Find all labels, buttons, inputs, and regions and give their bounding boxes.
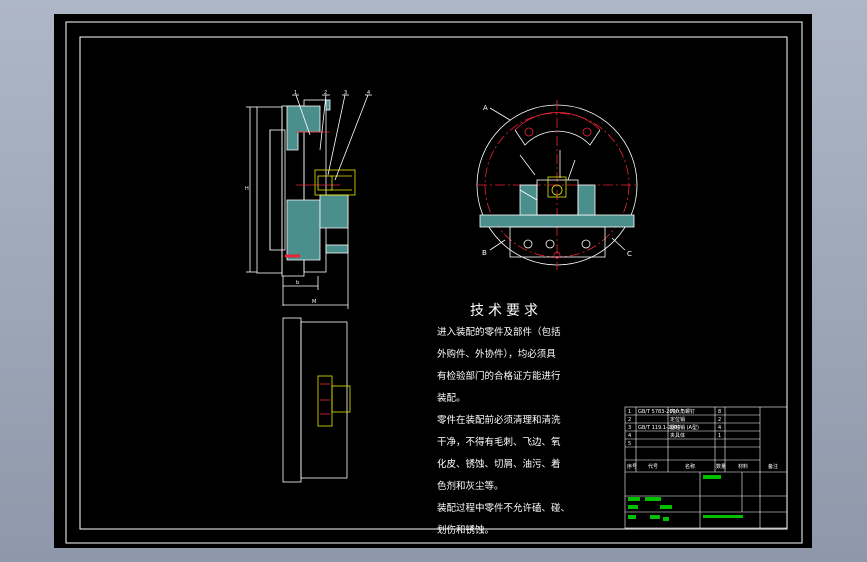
tb-row5-no: 5 xyxy=(628,441,632,447)
requirement-line: 外购件、外协件），均必须具 xyxy=(437,349,556,360)
circle-label-b: B xyxy=(482,249,487,257)
circle-label-c: C xyxy=(627,250,632,258)
circular-plan-view xyxy=(476,100,638,270)
tb-row4-no: 4 xyxy=(628,433,632,439)
tb-header-code: 代号 xyxy=(648,464,659,470)
requirement-line: 有检验部门的合格证方能进行 xyxy=(437,371,561,382)
dim-width-small: b xyxy=(296,280,299,286)
circle-label-a: A xyxy=(483,104,488,112)
tb-row3-qty: 4 xyxy=(718,425,722,431)
tb-row1-name: 内六角螺钉 xyxy=(670,409,696,415)
part-number-2: 2 xyxy=(324,90,327,96)
requirements-title: 技术要求 xyxy=(470,303,542,319)
tb-header-name: 名称 xyxy=(685,464,696,470)
tb-row4-name: 夹具体 xyxy=(670,433,686,439)
tb-header-note: 备注 xyxy=(768,464,779,470)
tb-header-qty: 数量 xyxy=(716,464,727,470)
requirement-line: 装配过程中零件不允许磕、碰、 xyxy=(437,503,571,514)
requirement-line: 化皮、锈蚀、切屑、油污、着 xyxy=(437,459,561,470)
tb-row2-name: 定位销 xyxy=(670,417,686,423)
screen: 1 2 3 4 H b M A B C 序号 代号 名称 数量 材料 备注 1 … xyxy=(0,0,867,562)
requirement-line: 零件在装配前必须清理和清洗 xyxy=(437,415,561,426)
tb-row1-no: 1 xyxy=(628,409,632,415)
side-section-view xyxy=(246,94,372,309)
requirement-line: 干净，不得有毛刺、飞边、氧 xyxy=(437,437,561,448)
dim-height: H xyxy=(245,186,249,192)
tb-row2-no: 2 xyxy=(628,417,632,423)
tb-header-material: 材料 xyxy=(738,464,749,470)
part-number-1: 1 xyxy=(294,90,297,96)
requirement-line: 进入装配的零件及部件（包括 xyxy=(437,327,561,338)
dim-width-large: M xyxy=(312,299,316,305)
tb-row1-qty: 8 xyxy=(718,409,722,415)
inner-frame xyxy=(79,36,788,530)
part-number-3: 3 xyxy=(344,90,347,96)
tb-row3-name: 圆柱销 (A型) xyxy=(670,425,699,431)
tb-header-no: 序号 xyxy=(627,464,638,470)
requirement-line: 装配。 xyxy=(437,393,466,404)
cad-drawing: 1 2 3 4 H b M A B C xyxy=(65,21,803,544)
part-number-4: 4 xyxy=(367,90,370,96)
requirement-line: 划伤和锈蚀。 xyxy=(437,525,495,536)
tb-row3-no: 3 xyxy=(628,425,632,431)
tb-row2-qty: 2 xyxy=(718,417,722,423)
tb-row4-qty: 1 xyxy=(718,433,722,439)
requirement-line: 色剂和灰尘等。 xyxy=(437,481,504,492)
title-block-green-cells xyxy=(628,475,743,521)
bottom-side-view xyxy=(282,317,351,483)
